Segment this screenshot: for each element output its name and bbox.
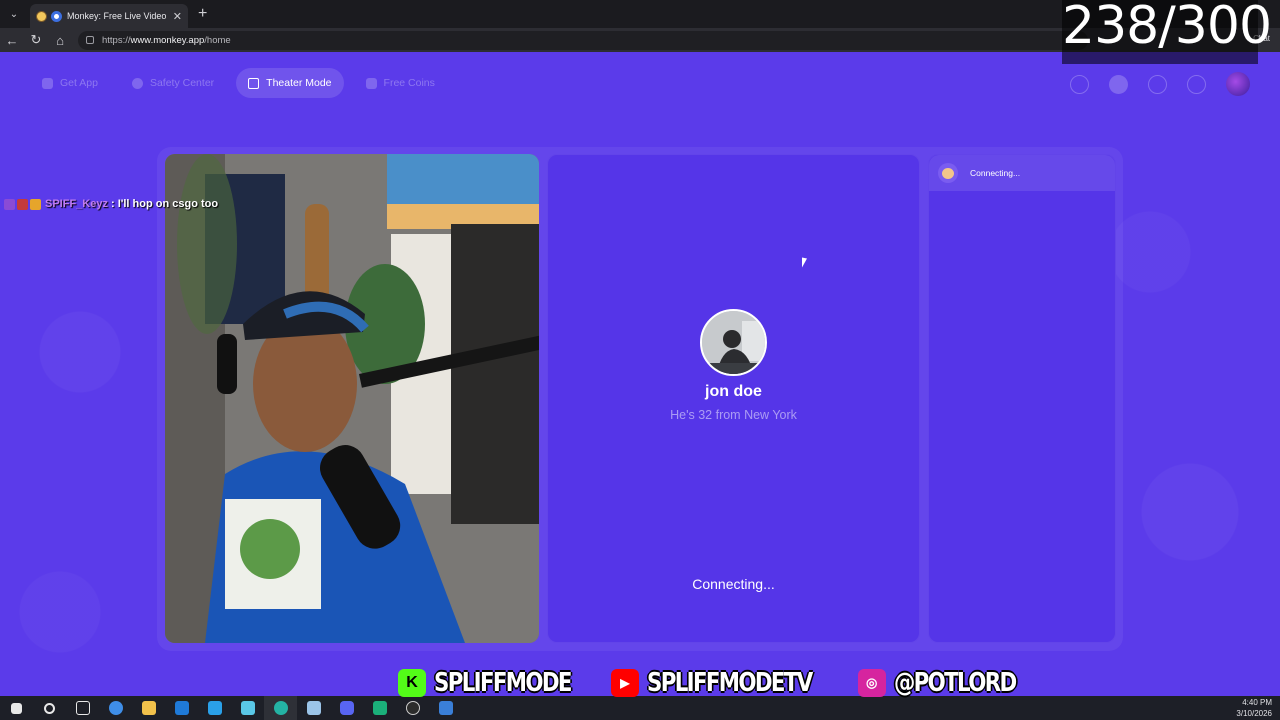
tab-list-chevron-icon[interactable]: ⌄: [2, 3, 26, 25]
reload-icon[interactable]: ↻: [24, 32, 48, 48]
outlook-icon[interactable]: [165, 696, 198, 720]
phone-icon: [42, 77, 53, 89]
task-view-icon[interactable]: [66, 696, 99, 720]
stream-counter-overlay: 238/300: [1062, 0, 1272, 64]
store-icon[interactable]: [198, 696, 231, 720]
instagram-icon: ◎: [857, 669, 886, 697]
match-avatar-image: [702, 311, 765, 374]
local-webcam-video: [165, 154, 539, 643]
discord-icon[interactable]: [330, 696, 363, 720]
nav-theater-mode[interactable]: Theater Mode: [236, 68, 344, 98]
url-field[interactable]: https://www.monkey.app/home: [78, 30, 1088, 50]
side-chat-panel: Connecting...: [928, 154, 1116, 643]
monkey-icon: [938, 163, 958, 183]
top-nav: Get App Safety Center Theater Mode Free …: [30, 68, 447, 98]
youtube-icon: ▶: [610, 669, 639, 697]
nav-get-app[interactable]: Get App: [30, 68, 110, 98]
nav-label: Theater Mode: [266, 77, 332, 89]
lock-icon: [86, 36, 94, 44]
streaming-app-icon[interactable]: [363, 696, 396, 720]
social-kick-handle: SPLIFFMODE: [434, 668, 572, 698]
coins-icon: [365, 77, 377, 89]
user-avatar[interactable]: [1226, 72, 1250, 96]
stream-chat-message: SPIFF_Keyz : I'll hop on csgo too: [4, 198, 218, 210]
remote-video-panel: jon doe He's 32 from New York Connecting…: [547, 154, 920, 643]
recording-indicator-icon: [51, 10, 62, 22]
nav-safety-center[interactable]: Safety Center: [120, 68, 226, 98]
match-name: jon doe: [705, 383, 762, 400]
kick-icon: K: [398, 669, 426, 697]
tab-close-icon[interactable]: ✕: [173, 10, 182, 23]
copilot-icon[interactable]: [99, 696, 132, 720]
side-panel-header: Connecting...: [929, 155, 1115, 191]
chat-badges: [4, 198, 41, 210]
clock-date: 3/10/2026: [1236, 709, 1272, 718]
monkey-favicon-icon: [36, 10, 47, 22]
expand-icon: [248, 77, 260, 89]
shield-icon: [131, 77, 143, 89]
chat-text: : I'll hop on csgo too: [110, 198, 219, 210]
new-tab-icon[interactable]: +: [198, 5, 207, 23]
side-panel-status: Connecting...: [970, 168, 1021, 178]
history-icon[interactable]: [1148, 74, 1167, 94]
nav-label: Get App: [60, 77, 98, 89]
start-icon[interactable]: [0, 696, 33, 720]
nav-label: Free Coins: [383, 77, 435, 89]
mouse-cursor-icon: [802, 257, 807, 269]
badge-icon: [4, 198, 15, 210]
edge-icon[interactable]: [264, 696, 297, 720]
url-host: www.monkey.app: [130, 34, 205, 46]
connecting-status: Connecting...: [692, 576, 775, 592]
nav-label: Safety Center: [149, 77, 215, 89]
webcam-image: [165, 154, 539, 643]
back-icon[interactable]: ←: [0, 33, 24, 48]
social-youtube-handle: SPLIFFMODETV: [646, 668, 813, 698]
url-path: /home: [204, 34, 231, 46]
header-icons: [1070, 72, 1250, 96]
file-explorer-icon[interactable]: [132, 696, 165, 720]
social-overlay: K SPLIFFMODE ▶ SPLIFFMODETV ◎ @POTLORD: [398, 662, 1017, 704]
monkey-page: Get App Safety Center Theater Mode Free …: [0, 52, 1280, 696]
chat-username: SPIFF_Keyz: [45, 198, 108, 210]
search-icon[interactable]: [1070, 74, 1089, 94]
browser-tab[interactable]: Monkey: Free Live Video Chat ✕: [30, 4, 188, 28]
nav-free-coins[interactable]: Free Coins: [354, 68, 447, 98]
match-subtitle: He's 32 from New York: [670, 408, 797, 422]
crown-icon: [30, 198, 41, 210]
badge-icon: [17, 198, 28, 210]
notepad-icon[interactable]: [297, 696, 330, 720]
tab-title: Monkey: Free Live Video Chat: [67, 11, 169, 21]
social-instagram-handle: @POTLORD: [893, 668, 1017, 698]
messages-icon[interactable]: [1187, 74, 1206, 94]
match-avatar[interactable]: [700, 309, 767, 376]
url-prefix: https://: [102, 34, 131, 46]
photos-icon[interactable]: [231, 696, 264, 720]
clock-time: 4:40 PM: [1242, 698, 1272, 707]
home-icon[interactable]: ⌂: [48, 33, 72, 48]
taskbar-clock[interactable]: 4:40 PM 3/10/2026: [1236, 696, 1272, 719]
search-taskbar-icon[interactable]: [33, 696, 66, 720]
match-profile: jon doe He's 32 from New York: [548, 309, 919, 422]
coin-icon[interactable]: [1109, 74, 1128, 94]
